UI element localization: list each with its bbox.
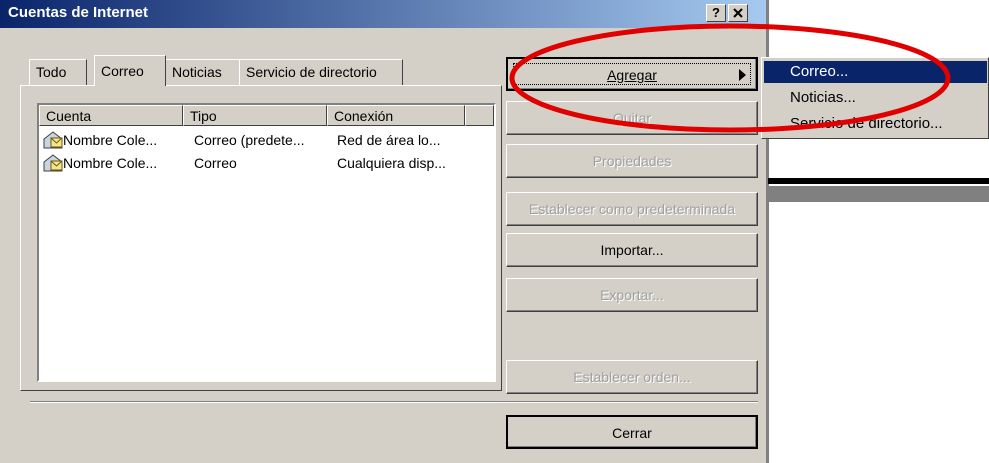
mail-account-icon <box>43 154 63 172</box>
table-row[interactable]: Nombre Cole... Correo Cualquiera disp... <box>43 153 483 175</box>
cell-cuenta: Nombre Cole... <box>63 155 158 171</box>
set-default-button[interactable]: Establecer como predeterminada <box>506 192 758 226</box>
title-bar[interactable]: Cuentas de Internet ? <box>0 0 768 28</box>
close-icon <box>733 8 743 18</box>
divider <box>30 401 758 403</box>
submenu-arrow-icon <box>739 69 746 81</box>
mail-account-icon <box>43 131 63 149</box>
tab-noticias[interactable]: Noticias <box>165 59 240 85</box>
cell-tipo: Correo (predete... <box>194 132 305 148</box>
export-button[interactable]: Exportar... <box>506 278 758 312</box>
menu-item-servicio-directorio[interactable]: Servicio de directorio... <box>764 113 987 135</box>
cell-cuenta: Nombre Cole... <box>63 132 158 148</box>
column-header-cuenta[interactable]: Cuenta <box>39 105 183 126</box>
tab-todo[interactable]: Todo <box>29 59 87 85</box>
menu-item-noticias[interactable]: Noticias... <box>764 87 987 109</box>
background-bar <box>768 178 989 184</box>
tab-correo[interactable]: Correo <box>94 55 166 86</box>
column-header-conexion[interactable]: Conexión <box>327 105 465 126</box>
remove-button[interactable]: Quitar <box>506 101 758 135</box>
import-button[interactable]: Importar... <box>506 233 758 267</box>
column-header-tipo[interactable]: Tipo <box>183 105 327 126</box>
properties-button[interactable]: Propiedades <box>506 144 758 178</box>
menu-item-correo[interactable]: Correo... <box>764 61 987 83</box>
accounts-list[interactable]: Cuenta Tipo Conexión Nombre Cole... Corr… <box>37 103 496 382</box>
background-bar <box>768 186 989 202</box>
close-dialog-button[interactable]: Cerrar <box>506 415 758 449</box>
cell-conexion: Red de área lo... <box>337 132 441 148</box>
focus-rectangle <box>513 63 751 85</box>
tab-servicio-directorio[interactable]: Servicio de directorio <box>239 59 403 85</box>
help-button[interactable]: ? <box>706 4 726 22</box>
column-header-filler <box>465 105 494 126</box>
set-order-button[interactable]: Establecer orden... <box>506 360 758 394</box>
close-button[interactable] <box>728 4 748 22</box>
cell-conexion: Cualquiera disp... <box>337 155 446 171</box>
table-row[interactable]: Nombre Cole... Correo (predete... Red de… <box>43 130 483 152</box>
window-title: Cuentas de Internet <box>8 4 149 21</box>
add-submenu: Correo... Noticias... Servicio de direct… <box>761 57 989 139</box>
cell-tipo: Correo <box>194 155 237 171</box>
internet-accounts-dialog: Cuentas de Internet ? Todo Correo Notici… <box>0 0 768 463</box>
